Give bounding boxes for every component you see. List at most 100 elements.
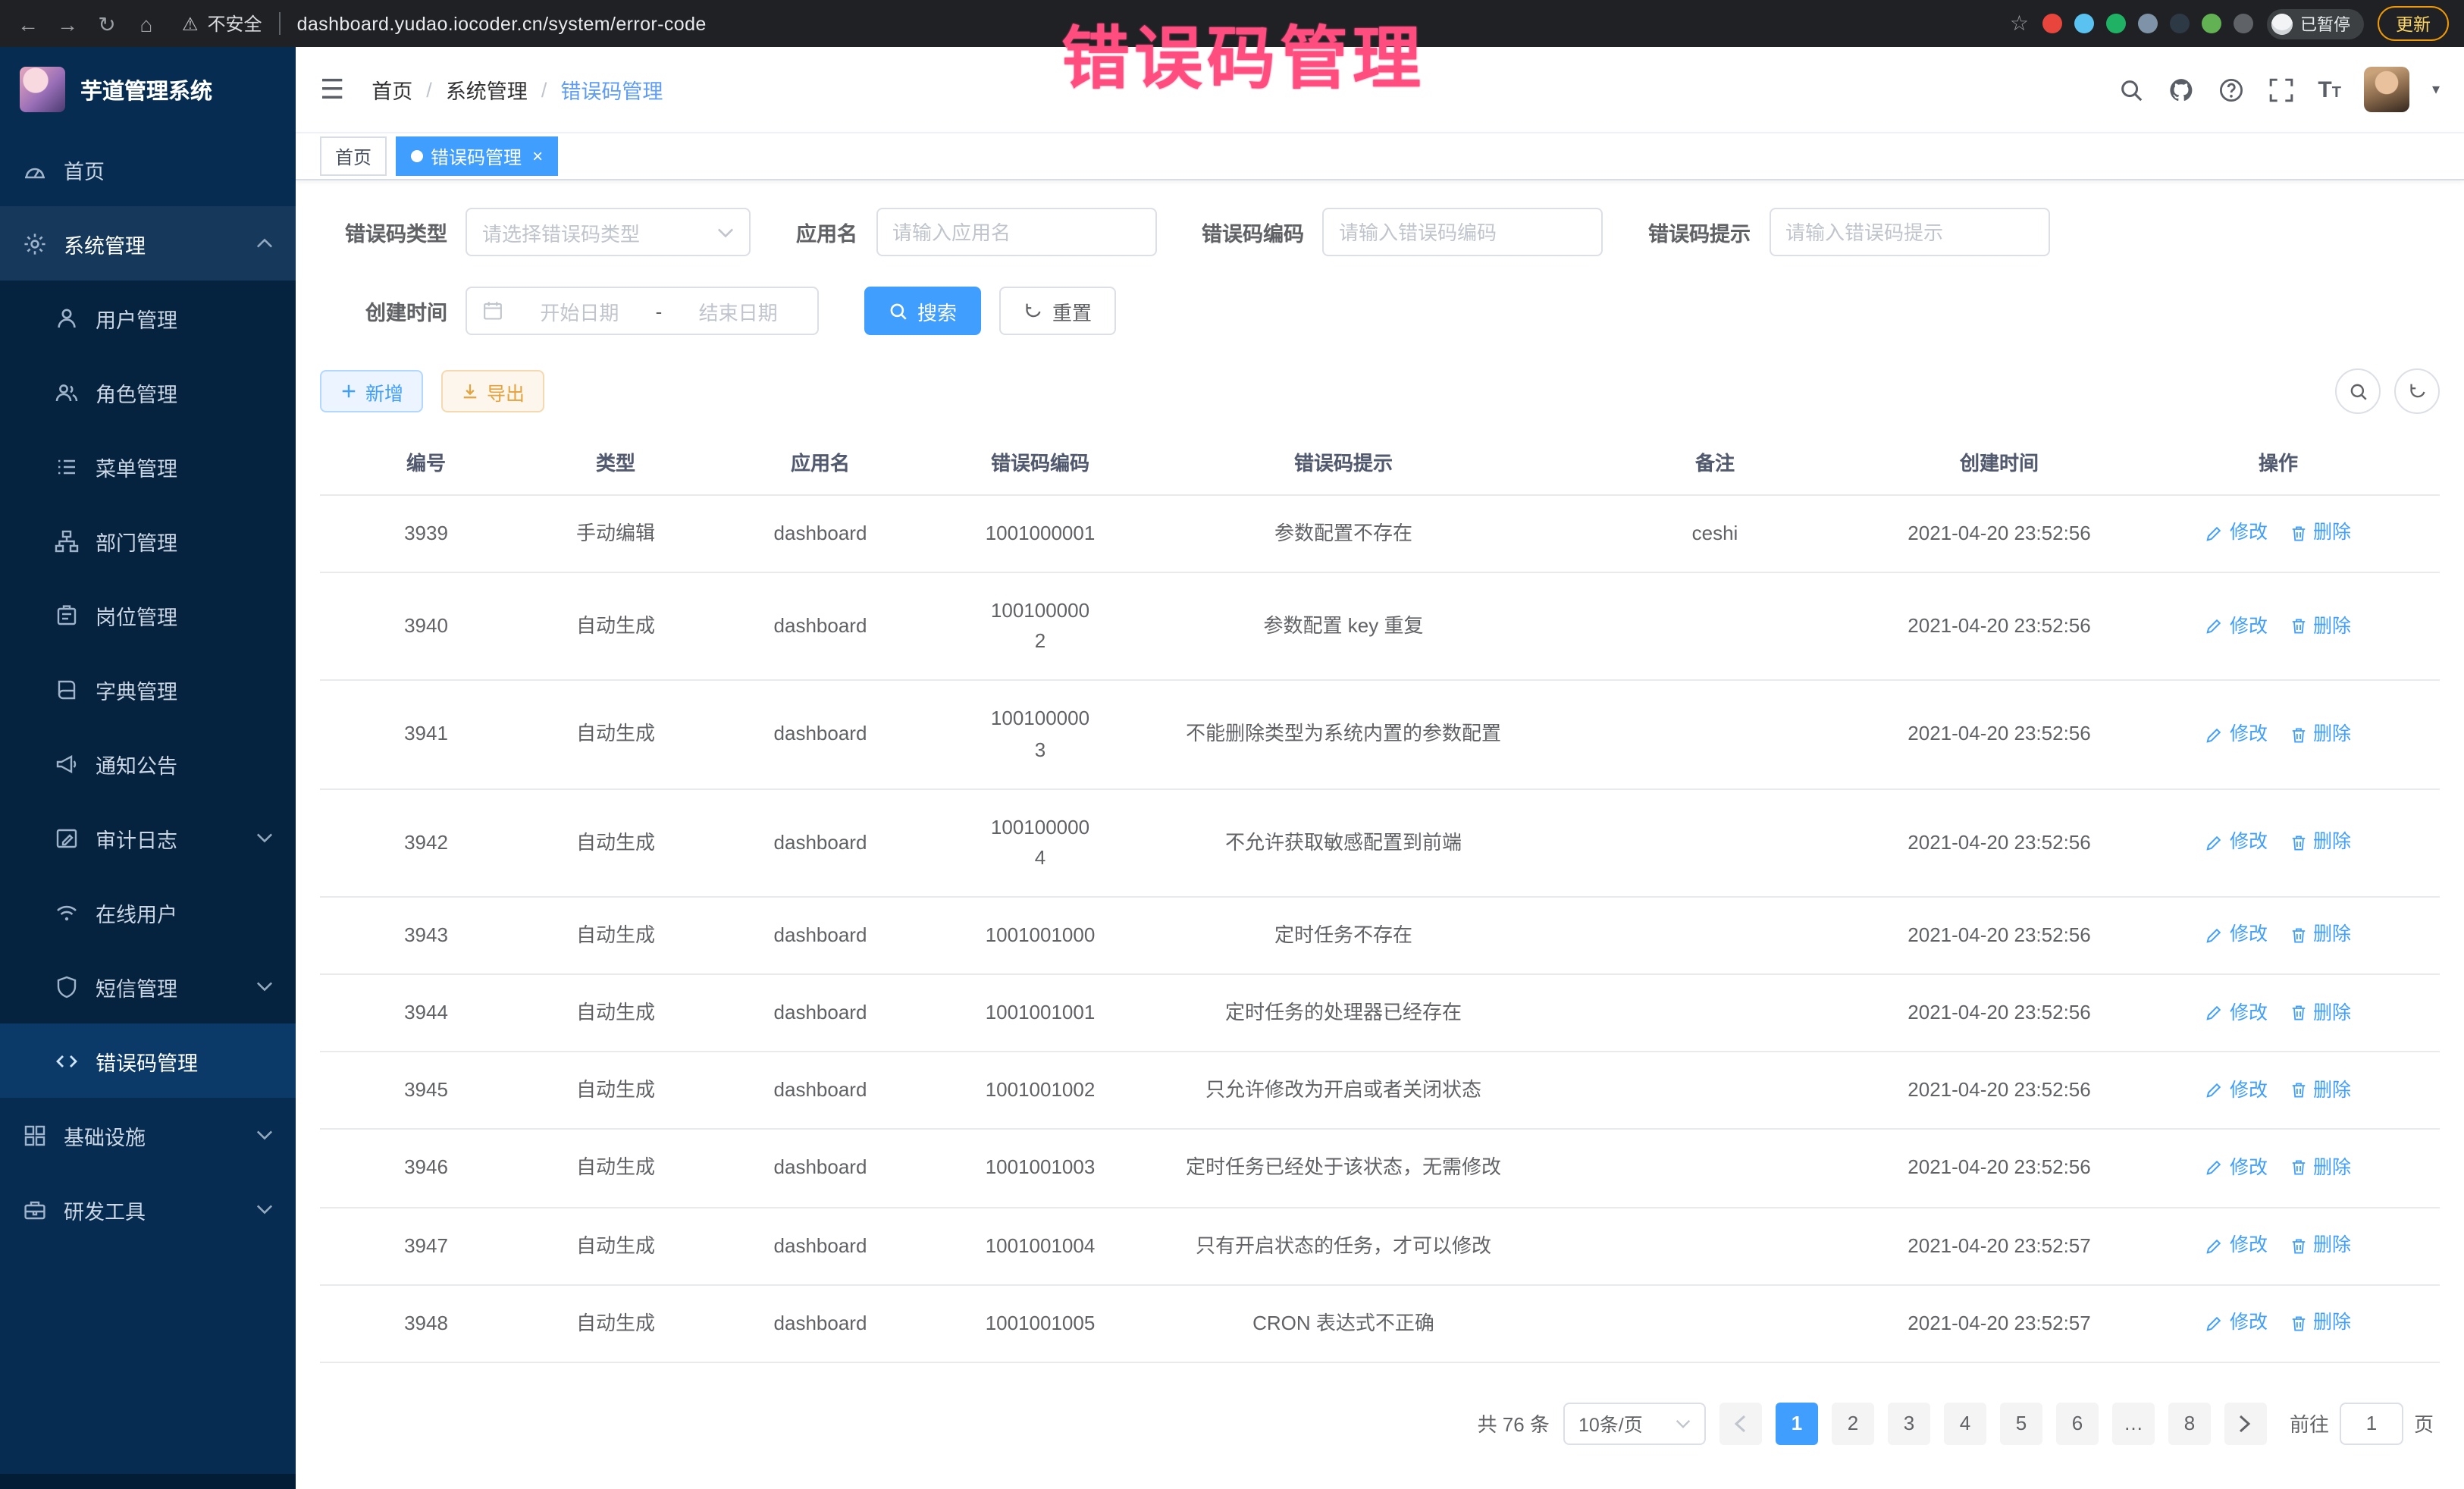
delete-link[interactable]: 删除 xyxy=(2289,1076,2351,1105)
delete-link[interactable]: 删除 xyxy=(2289,1309,2351,1338)
logo[interactable]: 芋道管理系统 xyxy=(0,47,296,132)
security-indicator[interactable]: ⚠ 不安全 xyxy=(182,11,262,36)
add-button[interactable]: 新增 xyxy=(320,370,423,412)
ext-green-check-icon[interactable] xyxy=(2106,14,2126,33)
sidebar-item-sms[interactable]: 短信管理 xyxy=(0,949,296,1023)
page-more-button[interactable]: … xyxy=(2112,1403,2155,1445)
font-size-icon[interactable]: TT xyxy=(2318,78,2341,101)
page-button[interactable]: 5 xyxy=(2000,1403,2042,1445)
delete-link[interactable]: 删除 xyxy=(2289,921,2351,951)
sidebar-item-home[interactable]: 首页 xyxy=(0,132,296,206)
tab-首页[interactable]: 首页 xyxy=(320,136,387,176)
sidebar-item-role[interactable]: 角色管理 xyxy=(0,355,296,429)
fullscreen-icon[interactable] xyxy=(2268,76,2295,103)
sidebar-item-dept[interactable]: 部门管理 xyxy=(0,503,296,578)
page-button[interactable]: 1 xyxy=(1776,1403,1818,1445)
ext-lightblue-icon[interactable] xyxy=(2074,14,2094,33)
app-name-input[interactable] xyxy=(876,208,1156,256)
edit-link[interactable]: 修改 xyxy=(2205,828,2268,857)
edit-link[interactable]: 修改 xyxy=(2205,1231,2268,1261)
hamburger-icon[interactable]: ☰ xyxy=(320,74,344,105)
edit-link[interactable]: 修改 xyxy=(2205,720,2268,750)
breadcrumb-item[interactable]: 首页 xyxy=(371,74,412,105)
sidebar-item-system[interactable]: 系统管理 xyxy=(0,206,296,281)
refresh-button[interactable] xyxy=(2394,368,2440,414)
edit-link[interactable]: 修改 xyxy=(2205,1309,2268,1338)
edit-link[interactable]: 修改 xyxy=(2205,519,2268,549)
ext-dark-on-icon[interactable] xyxy=(2170,14,2190,33)
browser-home-icon[interactable]: ⌂ xyxy=(133,13,159,34)
url-text[interactable]: dashboard.yudao.iocoder.cn/system/error-… xyxy=(297,13,707,34)
reset-button[interactable]: 重置 xyxy=(999,287,1116,335)
delete-link[interactable]: 删除 xyxy=(2289,612,2351,641)
delete-link[interactable]: 删除 xyxy=(2289,828,2351,857)
page-button[interactable]: 8 xyxy=(2168,1403,2211,1445)
sidebar-item-audit[interactable]: 审计日志 xyxy=(0,801,296,875)
sidebar-item-online[interactable]: 在线用户 xyxy=(0,875,296,949)
browser-update-button[interactable]: 更新 xyxy=(2378,6,2449,41)
cell-type: 自动生成 xyxy=(532,1208,699,1284)
avatar-caret-icon[interactable]: ▾ xyxy=(2432,81,2440,98)
toggle-search-button[interactable] xyxy=(2335,368,2381,414)
edit-link[interactable]: 修改 xyxy=(2205,998,2268,1028)
ext-leaf-icon[interactable] xyxy=(2202,14,2221,33)
prev-page-button[interactable] xyxy=(1719,1403,1762,1445)
edit-link[interactable]: 修改 xyxy=(2205,921,2268,951)
user-avatar[interactable] xyxy=(2364,67,2409,112)
sidebar-item-tools[interactable]: 研发工具 xyxy=(0,1172,296,1246)
warning-icon: ⚠ xyxy=(182,13,199,34)
error-hint-input[interactable] xyxy=(1769,208,2049,256)
goto-page-input[interactable] xyxy=(2340,1403,2403,1445)
ext-bluegray-icon[interactable] xyxy=(2138,14,2158,33)
cell-app: dashboard xyxy=(699,1208,942,1284)
page-button[interactable]: 2 xyxy=(1832,1403,1874,1445)
export-button[interactable]: 导出 xyxy=(441,370,544,412)
bookmark-star-icon[interactable]: ☆ xyxy=(2010,11,2029,36)
sidebar-item-notice[interactable]: 通知公告 xyxy=(0,726,296,801)
browser-forward-icon[interactable]: → xyxy=(55,13,80,34)
ext-red-icon[interactable] xyxy=(2042,14,2062,33)
sidebar-item-post[interactable]: 岗位管理 xyxy=(0,578,296,652)
browser-reload-icon[interactable]: ↻ xyxy=(94,13,120,34)
search-icon[interactable] xyxy=(2118,76,2145,103)
total-count: 共 76 条 xyxy=(1478,1409,1550,1438)
tree-icon xyxy=(55,528,79,553)
page-size-select[interactable]: 10条/页 xyxy=(1563,1403,1706,1445)
sidebar-item-errcode[interactable]: 错误码管理 xyxy=(0,1023,296,1098)
page-button[interactable]: 4 xyxy=(1944,1403,1986,1445)
error-code-input[interactable] xyxy=(1322,208,1603,256)
delete-link[interactable]: 删除 xyxy=(2289,1154,2351,1183)
sidebar-collapse-bar[interactable] xyxy=(0,1474,296,1489)
help-icon[interactable] xyxy=(2218,76,2245,103)
search-button[interactable]: 搜索 xyxy=(864,287,981,335)
breadcrumb-item[interactable]: 系统管理 xyxy=(446,74,528,105)
sidebar-item-menu[interactable]: 菜单管理 xyxy=(0,429,296,503)
sidebar-item-infra[interactable]: 基础设施 xyxy=(0,1098,296,1172)
delete-link[interactable]: 删除 xyxy=(2289,1231,2351,1261)
edit-link[interactable]: 修改 xyxy=(2205,612,2268,641)
chevron-down-icon xyxy=(1676,1419,1691,1428)
cell-create-time: 2021-04-20 23:52:56 xyxy=(1882,682,2117,788)
delete-link[interactable]: 删除 xyxy=(2289,519,2351,549)
date-range-picker[interactable]: 开始日期 - 结束日期 xyxy=(466,287,819,335)
browser-back-icon[interactable]: ← xyxy=(15,13,41,34)
delete-link[interactable]: 删除 xyxy=(2289,720,2351,750)
delete-link[interactable]: 删除 xyxy=(2289,998,2351,1028)
reset-button-label: 重置 xyxy=(1052,296,1092,325)
paused-badge[interactable]: 已暂停 xyxy=(2267,8,2364,39)
edit-link[interactable]: 修改 xyxy=(2205,1154,2268,1183)
error-type-select[interactable]: 请选择错误码类型 xyxy=(466,208,751,256)
sidebar-item-dict[interactable]: 字典管理 xyxy=(0,652,296,726)
page-button[interactable]: 3 xyxy=(1888,1403,1930,1445)
tab-错误码管理[interactable]: 错误码管理× xyxy=(396,136,558,176)
page-button[interactable]: 6 xyxy=(2056,1403,2099,1445)
start-date-placeholder: 开始日期 xyxy=(516,296,644,325)
edit-link[interactable]: 修改 xyxy=(2205,1076,2268,1105)
next-page-button[interactable] xyxy=(2224,1403,2267,1445)
extension-icons xyxy=(2042,14,2253,33)
sidebar-item-user[interactable]: 用户管理 xyxy=(0,281,296,355)
tab-close-icon[interactable]: × xyxy=(532,147,543,165)
cell-remark xyxy=(1548,682,1882,788)
github-icon[interactable] xyxy=(2168,76,2195,103)
ext-puzzle-icon[interactable] xyxy=(2234,14,2253,33)
